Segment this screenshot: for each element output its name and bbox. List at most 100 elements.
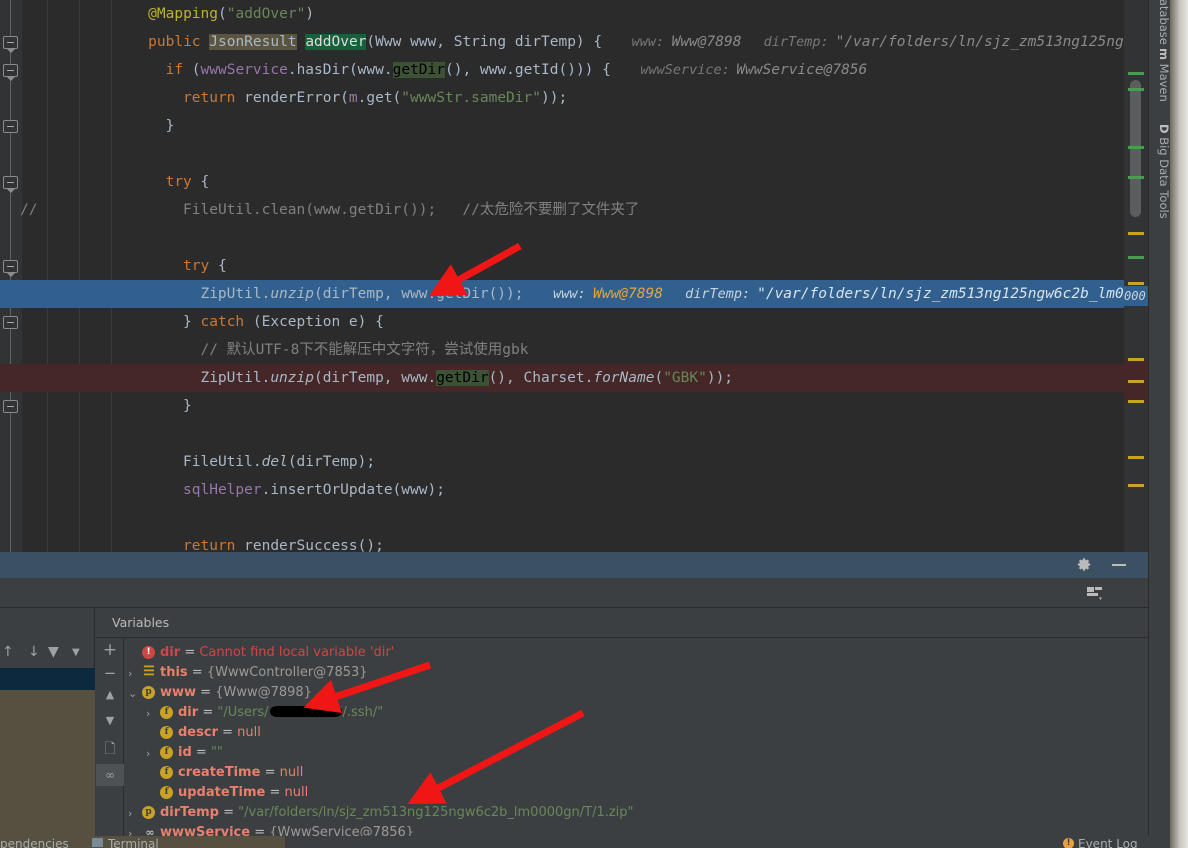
editor-scrollbar[interactable]: 000 [1124,0,1148,552]
chevron-right-icon[interactable]: › [128,664,132,684]
stripe-marker[interactable] [1128,358,1144,361]
variable-text: createTime = null [178,763,303,783]
frame-list-item-selected[interactable] [0,668,95,690]
parameter-icon: p [142,806,155,819]
stripe-marker[interactable] [1128,88,1144,91]
plus-icon[interactable]: + [96,640,124,660]
variable-row[interactable]: ⌄ p www = {Www@7898} [124,683,1148,703]
frame-list[interactable] [0,690,95,836]
scrollbar-selection-marker: 000 [1124,286,1148,306]
code-line[interactable] [0,504,1148,532]
inline-debug-hint-label: wwwService: [640,62,738,78]
filter-icon[interactable]: ▼ [48,644,59,660]
code-content[interactable]: @Mapping("addOver") public JsonResult add… [0,0,1148,552]
stripe-marker[interactable] [1128,400,1144,403]
code-line-text: FileUtil.clean(www.getDir()); //太危险不要删了文… [183,202,640,218]
code-line[interactable] [0,140,1148,168]
variable-row[interactable]: ! dir = Cannot find local variable 'dir' [124,643,1148,663]
code-line[interactable]: return renderError(m.get("wwwStr.sameDir… [0,84,1148,112]
variable-name: createTime [178,765,261,780]
frames-pane[interactable]: ↑ ↓ ▼ ▼ [0,608,95,836]
variable-row[interactable]: › f dir = "/Users/ /.ssh/" [124,703,1148,723]
debug-panel-toolbar [0,578,1148,608]
variable-row[interactable]: f descr = null [124,723,1148,743]
dependencies-label[interactable]: pendencies [0,837,69,848]
stripe-marker[interactable] [1128,72,1144,75]
code-line[interactable]: return renderSuccess(); [0,532,1148,552]
code-line-text: sqlHelper.insertOrUpdate(www); [183,482,445,498]
fold-marker[interactable] [3,400,18,413]
variable-row[interactable]: f updateTime = null [124,783,1148,803]
variable-row[interactable]: f createTime = null [124,763,1148,783]
event-log-label[interactable]: Event Log [1078,837,1138,848]
stripe-marker[interactable] [1128,232,1144,235]
stripe-marker[interactable] [1128,146,1144,149]
stripe-marker[interactable] [1128,456,1144,459]
sidebar-tab-database[interactable]: Database [1149,0,1171,49]
big-data-tools-icon: D [1157,124,1171,134]
code-line[interactable]: // 默认UTF-8下不能解压中文字符，尝试使用gbk [0,336,1148,364]
field-icon: f [160,786,173,799]
stripe-marker[interactable] [1128,176,1144,179]
chevron-right-icon[interactable]: › [128,804,132,824]
code-line[interactable]: @Mapping("addOver") [0,0,1148,28]
arrow-up-icon[interactable]: ▲ [96,688,124,701]
copy-icon[interactable]: 🗋 [96,738,124,762]
variables-tab[interactable]: Variables [96,608,1148,638]
variable-row[interactable]: › f id = "" [124,743,1148,763]
code-line[interactable]: if (wwwService.hasDir(www.getDir(), www.… [0,56,1148,84]
gear-icon[interactable] [1077,557,1092,572]
right-tool-window-bar[interactable]: Database m Maven D Big Data Tools [1148,0,1171,848]
sidebar-tab-big-data-tools[interactable]: D Big Data Tools [1149,120,1171,223]
code-line[interactable]: try { [0,168,1148,196]
code-line[interactable]: // FileUtil.clean(www.getDir()); //太危险不要删… [0,196,1148,224]
variable-equals: = [191,745,211,760]
variables-toolbar: + − ▲ ▼ 🗋 ∞ [96,638,124,836]
code-line[interactable]: } catch (Exception e) { [0,308,1148,336]
variables-tree[interactable]: ! dir = Cannot find local variable 'dir' ›… [124,638,1148,840]
variable-name: descr [178,725,218,740]
chevron-down-icon[interactable]: ⌄ [128,684,137,704]
sidebar-tab-big-data-tools-label: Big Data Tools [1157,137,1171,219]
variable-row[interactable]: › p dirTemp = "/var/folders/ln/sjz_zm513ng… [124,803,1148,823]
arrow-down-icon[interactable]: ▼ [96,714,124,727]
variable-text: dir = "/Users/ /.ssh/" [178,703,383,723]
stripe-marker[interactable] [1128,256,1144,259]
variable-row[interactable]: › ☰ this = {WwwController@7853} [124,663,1148,683]
code-line-text: } [183,398,192,414]
inline-debug-hint-label: www: [631,34,673,50]
code-editor[interactable]: @Mapping("addOver") public JsonResult add… [0,0,1148,552]
inline-debug-hint-label: www: [553,286,594,302]
fold-marker[interactable] [3,316,18,329]
terminal-icon[interactable] [92,838,103,847]
chevron-down-icon[interactable]: ▼ [72,647,80,658]
terminal-label[interactable]: Terminal [108,837,159,848]
code-line[interactable] [0,224,1148,252]
code-line[interactable]: } [0,392,1148,420]
watches-icon[interactable]: ∞ [96,764,124,786]
code-line[interactable]: sqlHelper.insertOrUpdate(www); [0,476,1148,504]
code-line[interactable]: public JsonResult addOver(Www www, Strin… [0,28,1148,56]
code-line[interactable] [0,420,1148,448]
minus-icon[interactable]: − [96,664,124,682]
fold-marker[interactable] [3,120,18,133]
variable-value: null [279,765,304,780]
chevron-right-icon[interactable]: › [146,704,150,724]
code-line[interactable]: FileUtil.del(dirTemp); [0,448,1148,476]
maven-icon: m [1157,48,1171,60]
code-line[interactable]: } [0,112,1148,140]
code-line[interactable]: ZipUtil.unzip(dirTemp, www.getDir(), Cha… [0,364,1148,392]
code-line[interactable]: try { [0,252,1148,280]
stripe-marker[interactable] [1128,484,1144,487]
stripe-marker[interactable] [1128,282,1144,285]
code-line[interactable]: ZipUtil.unzip(dirTemp, www.getDir()); www… [0,280,1148,308]
arrow-down-icon[interactable]: ↓ [28,644,40,660]
chevron-right-icon[interactable]: › [146,744,150,764]
minimize-icon[interactable] [1112,564,1126,566]
sidebar-tab-maven[interactable]: m Maven [1149,44,1171,106]
layout-icon[interactable] [1086,585,1104,601]
code-line-text: return renderSuccess(); [183,538,384,552]
arrow-up-icon[interactable]: ↑ [2,644,14,660]
stripe-marker[interactable] [1128,380,1144,383]
variable-equals: = [260,765,280,780]
